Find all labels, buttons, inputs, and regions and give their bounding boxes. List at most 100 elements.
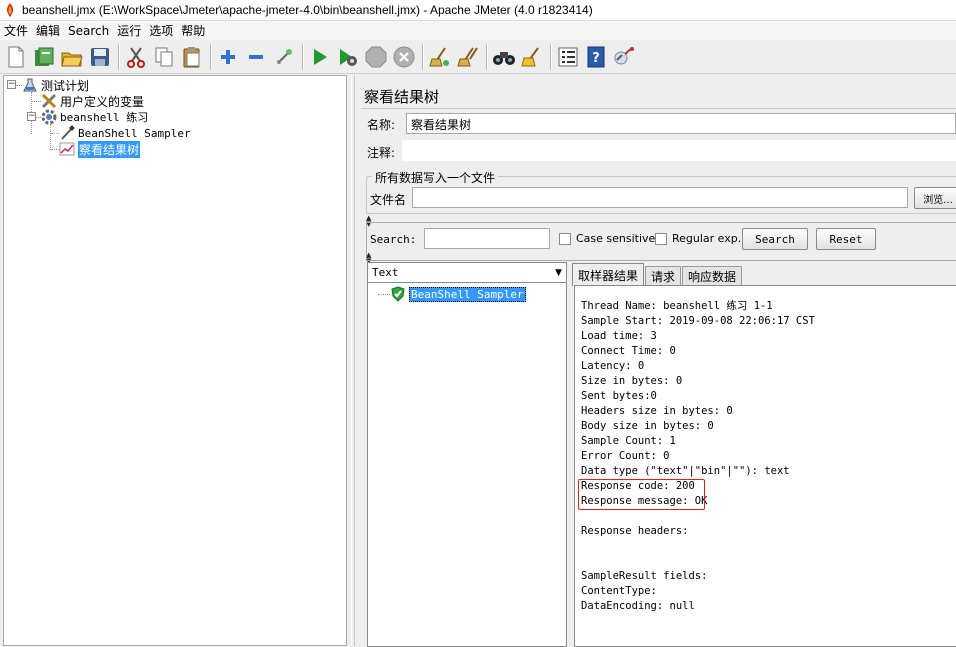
success-shield-icon: [390, 286, 406, 302]
toolbar: ?: [0, 40, 956, 74]
gear-icon: [41, 109, 57, 125]
clear-all-icon[interactable]: [455, 43, 481, 71]
start-no-pause-icon[interactable]: [335, 43, 361, 71]
save-icon[interactable]: [87, 43, 113, 71]
tab-label: 取样器结果: [578, 268, 639, 283]
results-area: Text ▼ BeanShell Sampler 取样器结果 请求 响应数据 T…: [366, 260, 956, 647]
reset-button-label: Reset: [829, 232, 863, 246]
tree-node-test-plan[interactable]: 测试计划: [22, 77, 89, 93]
checkbox-label: Regular exp.: [672, 232, 742, 245]
toolbar-separator: [118, 43, 120, 70]
search-label: Search:: [370, 233, 417, 246]
function-helper-icon[interactable]: [555, 43, 581, 71]
reset-button[interactable]: Reset: [816, 228, 876, 250]
expand-icon[interactable]: [215, 43, 241, 71]
tree-node-view-results-tree[interactable]: 察看结果树: [59, 140, 141, 158]
menu-options[interactable]: 选项: [145, 22, 177, 39]
checkbox-box: [655, 232, 667, 245]
search-icon[interactable]: [491, 43, 517, 71]
result-line: Error Count: 0: [581, 450, 670, 462]
copy-icon[interactable]: [151, 43, 177, 71]
start-icon[interactable]: [307, 43, 333, 71]
menu-file[interactable]: 文件: [0, 22, 32, 39]
comment-field[interactable]: [402, 140, 956, 161]
tree-node-label: 察看结果树: [78, 140, 141, 158]
result-line: Response headers:: [581, 525, 689, 537]
stop-icon[interactable]: [363, 43, 389, 71]
cut-icon[interactable]: [123, 43, 149, 71]
tools-icon: [41, 93, 57, 109]
clear-icon[interactable]: [427, 43, 453, 71]
shutdown-icon[interactable]: [391, 43, 417, 71]
result-item-label: BeanShell Sampler: [409, 286, 526, 302]
browse-label: 浏览...: [923, 194, 953, 206]
renderer-select[interactable]: Text ▼: [368, 263, 566, 283]
title-bar: beanshell.jmx (E:\WorkSpace\Jmeter\apach…: [0, 0, 956, 21]
tree-node-beanshell-sampler[interactable]: BeanShell Sampler: [59, 125, 191, 141]
result-line: Headers size in bytes: 0: [581, 405, 733, 417]
file-section-title: 所有数据写入一个文件: [372, 169, 499, 186]
window-title: beanshell.jmx (E:\WorkSpace\Jmeter\apach…: [22, 3, 593, 17]
menu-run[interactable]: 运行: [113, 22, 145, 39]
result-line: Load time: 3: [581, 330, 657, 342]
tab-sampler-result[interactable]: 取样器结果: [572, 263, 645, 286]
sampler-result-text[interactable]: Thread Name: beanshell 练习 1-1 Sample Sta…: [574, 285, 956, 647]
toggle-icon[interactable]: [271, 43, 297, 71]
name-field[interactable]: 察看结果树: [406, 113, 956, 134]
search-input[interactable]: [424, 228, 550, 249]
result-line: Thread Name: beanshell 练习 1-1: [581, 300, 773, 312]
checkbox-box: [559, 232, 571, 245]
menu-bar: 文件 编辑 Search 运行 选项 帮助: [0, 21, 956, 40]
tree-node-label: 测试计划: [41, 78, 90, 93]
name-value: 察看结果树: [411, 118, 472, 132]
browse-button[interactable]: 浏览...: [914, 187, 956, 209]
result-line: DataEncoding: null: [581, 600, 695, 612]
reset-search-icon[interactable]: [519, 43, 545, 71]
collapse-toggle[interactable]: −: [7, 80, 16, 89]
regex-checkbox[interactable]: Regular exp.: [655, 232, 741, 245]
toolbar-separator: [486, 43, 488, 70]
case-sensitive-checkbox[interactable]: Case sensitive: [559, 232, 655, 245]
renderer-value: Text: [372, 266, 399, 279]
tab-label: 响应数据: [688, 270, 737, 284]
result-item[interactable]: BeanShell Sampler: [390, 286, 526, 302]
result-line: Connect Time: 0: [581, 345, 676, 357]
result-line: Size in bytes: 0: [581, 375, 683, 387]
toolbar-separator: [422, 43, 424, 70]
result-tabs: 取样器结果 请求 响应数据: [572, 263, 743, 286]
tab-request[interactable]: 请求: [645, 266, 682, 286]
graph-icon: [59, 141, 75, 157]
pipette-icon: [59, 125, 75, 141]
svg-text:?: ?: [592, 51, 600, 66]
menu-edit[interactable]: 编辑: [32, 22, 64, 39]
toolbar-separator: [550, 43, 552, 70]
tab-response-data[interactable]: 响应数据: [682, 266, 743, 286]
paste-icon[interactable]: [179, 43, 205, 71]
collapse-toggle[interactable]: −: [27, 112, 36, 121]
result-line: SampleResult fields:: [581, 570, 708, 582]
menu-help[interactable]: 帮助: [177, 22, 209, 39]
new-icon[interactable]: [3, 43, 29, 71]
results-list: Text ▼ BeanShell Sampler: [367, 262, 567, 647]
search-button-label: Search: [755, 232, 795, 246]
menu-search[interactable]: Search: [64, 24, 113, 38]
collapse-icon[interactable]: [243, 43, 269, 71]
tab-label: 请求: [651, 270, 676, 284]
open-icon[interactable]: [59, 43, 85, 71]
checkbox-label: Case sensitive: [576, 232, 656, 245]
remote-icon[interactable]: [611, 43, 637, 71]
search-button[interactable]: Search: [742, 228, 808, 250]
result-line: ContentType:: [581, 585, 657, 597]
test-plan-tree: − 测试计划 用户定义的变量 − beanshell 练习 BeanShell …: [3, 75, 347, 646]
highlight-box: [578, 479, 705, 510]
jmeter-logo-icon: [6, 3, 14, 17]
result-line: Sent bytes:0: [581, 390, 657, 402]
result-line: Body size in bytes: 0: [581, 420, 714, 432]
help-icon[interactable]: ?: [583, 43, 609, 71]
tree-node-thread-group[interactable]: beanshell 练习: [41, 109, 148, 125]
tree-node-user-defined-variables[interactable]: 用户定义的变量: [41, 93, 144, 109]
filename-field[interactable]: [412, 187, 908, 208]
toolbar-separator: [210, 43, 212, 70]
templates-icon[interactable]: [31, 43, 57, 71]
split-divider[interactable]: [349, 75, 359, 646]
